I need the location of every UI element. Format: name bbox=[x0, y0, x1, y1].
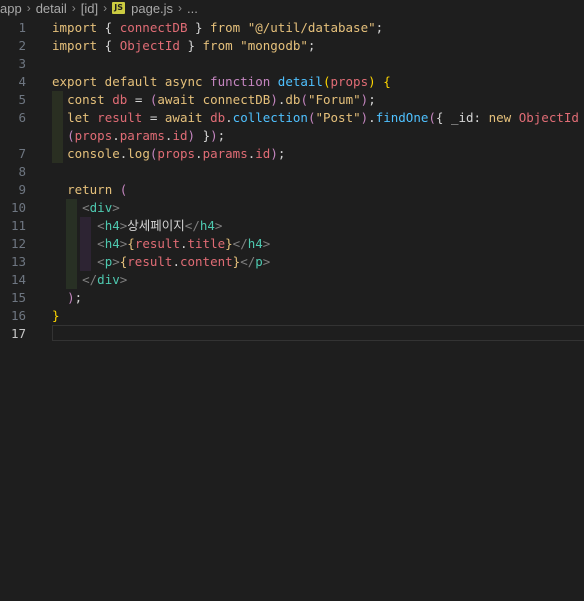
code-editor[interactable]: 1 import { connectDB } from "@/util/data… bbox=[0, 19, 584, 601]
code-line: 16 } bbox=[0, 307, 584, 325]
line-text: return ( bbox=[67, 182, 128, 197]
breadcrumb-item-more[interactable]: ... bbox=[187, 1, 198, 16]
line-number: 2 bbox=[18, 38, 26, 53]
chevron-right-icon: › bbox=[103, 1, 108, 15]
line-number: 8 bbox=[18, 164, 26, 179]
code-line: 12 <h4>{result.title}</h4> bbox=[0, 235, 584, 253]
line-text: console.log(props.params.id); bbox=[67, 146, 286, 161]
chevron-right-icon: › bbox=[26, 1, 31, 15]
line-text: export default async function detail(pro… bbox=[52, 74, 391, 89]
code-line: 5 const db = (await connectDB).db("Forum… bbox=[0, 91, 584, 109]
current-line-highlight bbox=[52, 325, 584, 341]
line-number: 12 bbox=[10, 236, 26, 251]
code-line: 8 bbox=[0, 163, 584, 181]
code-line: 4 export default async function detail(p… bbox=[0, 73, 584, 91]
line-text: ); bbox=[67, 290, 83, 305]
chevron-right-icon: › bbox=[71, 1, 76, 15]
line-number: 6 bbox=[18, 110, 26, 125]
code-line: 9 return ( bbox=[0, 181, 584, 199]
breadcrumb: app › detail › [id] › JS page.js › ... bbox=[0, 0, 584, 16]
code-line: 13 <p>{result.content}</p> bbox=[0, 253, 584, 271]
current-line[interactable]: 17 bbox=[0, 325, 584, 343]
code-line: 3 bbox=[0, 55, 584, 73]
line-number: 10 bbox=[10, 200, 26, 215]
line-number: 4 bbox=[18, 74, 26, 89]
code-line: 7 console.log(props.params.id); bbox=[0, 145, 584, 163]
js-file-icon: JS bbox=[112, 2, 126, 14]
line-text: const db = (await connectDB).db("Forum")… bbox=[67, 92, 376, 107]
code-line: (props.params.id) }); bbox=[0, 127, 584, 145]
code-line: 2 import { ObjectId } from "mongodb"; bbox=[0, 37, 584, 55]
code-line: 14 </div> bbox=[0, 271, 584, 289]
line-number: 3 bbox=[18, 56, 26, 71]
line-number: 17 bbox=[10, 326, 26, 341]
line-text: <p>{result.content}</p> bbox=[97, 254, 271, 269]
breadcrumb-item-id[interactable]: [id] bbox=[81, 1, 98, 16]
breadcrumb-item-file[interactable]: page.js bbox=[131, 1, 173, 16]
line-number: 14 bbox=[10, 272, 26, 287]
code-line: 11 <h4>상세페이지</h4> bbox=[0, 217, 584, 235]
line-text: import { connectDB } from "@/util/databa… bbox=[52, 20, 384, 35]
line-text: </div> bbox=[82, 272, 128, 287]
breadcrumb-item-detail[interactable]: detail bbox=[36, 1, 67, 16]
code-line: 6 let result = await db.collection("Post… bbox=[0, 109, 584, 127]
breadcrumb-item-app[interactable]: app bbox=[0, 1, 22, 16]
line-number: 9 bbox=[18, 182, 26, 197]
line-text: (props.params.id) }); bbox=[67, 128, 226, 143]
line-number: 15 bbox=[10, 290, 26, 305]
code-line: 15 ); bbox=[0, 289, 584, 307]
line-number: 5 bbox=[18, 92, 26, 107]
code-line: 10 <div> bbox=[0, 199, 584, 217]
line-text: } bbox=[52, 308, 60, 323]
line-number: 16 bbox=[10, 308, 26, 323]
line-text: <h4>상세페이지</h4> bbox=[97, 218, 223, 233]
code-line: 1 import { connectDB } from "@/util/data… bbox=[0, 19, 584, 37]
line-text: <h4>{result.title}</h4> bbox=[97, 236, 271, 251]
line-text: <div> bbox=[82, 200, 120, 215]
line-number: 7 bbox=[18, 146, 26, 161]
line-text: let result = await db.collection("Post")… bbox=[67, 110, 579, 125]
chevron-right-icon: › bbox=[178, 1, 183, 15]
line-number: 13 bbox=[10, 254, 26, 269]
line-number: 11 bbox=[10, 218, 26, 233]
line-number: 1 bbox=[18, 20, 26, 35]
line-text: import { ObjectId } from "mongodb"; bbox=[52, 38, 316, 53]
